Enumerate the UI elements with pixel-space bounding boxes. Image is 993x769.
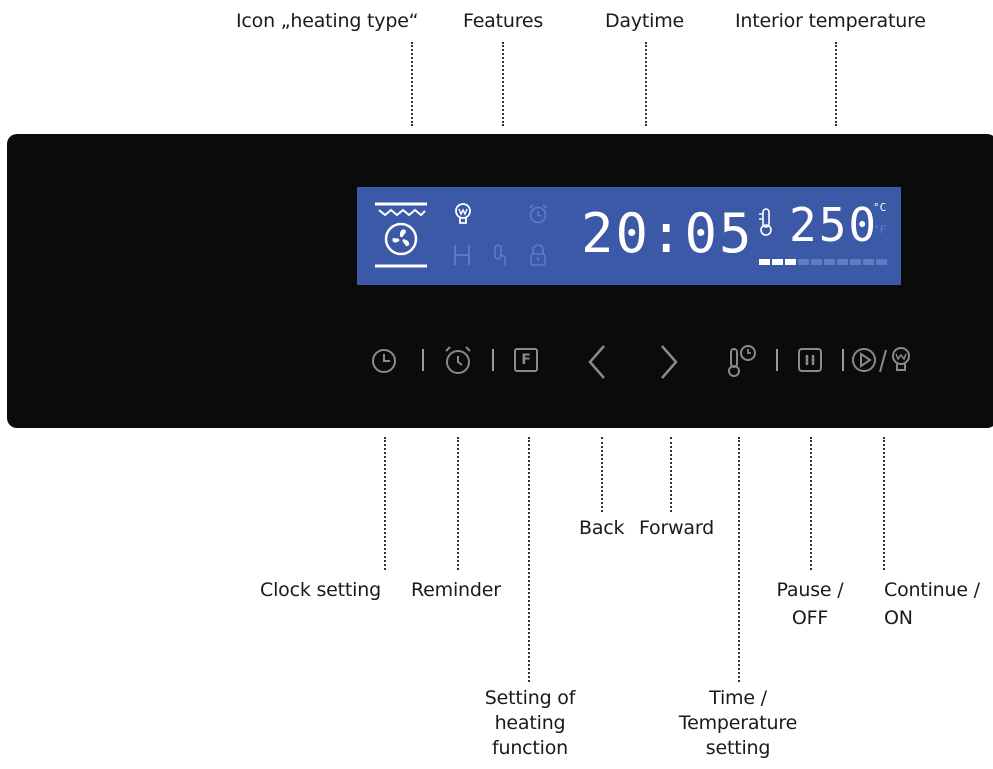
label-pause-off: Pause / OFF [772,578,848,630]
label-reminder: Reminder [411,579,501,601]
temperature-level-segment [798,259,809,265]
separator [492,349,494,371]
meat-probe-icon [494,244,506,265]
leader-line-forward [670,437,672,512]
label-continue-on: Continue / ON [884,578,980,630]
label-back: Back [579,517,625,539]
label-daytime: Daytime [605,10,685,32]
child-lock-icon [530,244,546,266]
reminder-button-icon[interactable] [441,343,475,377]
leader-line-daytime [645,42,647,126]
label-heating-function-line1: Setting of [484,687,576,709]
leader-line-features [502,42,504,126]
label-continue-line1: Continue / [884,579,980,601]
separator [842,349,844,371]
back-button-icon[interactable] [584,342,610,382]
label-time-temperature-line3: setting [705,737,771,759]
separator [422,349,424,371]
leader-line-back [601,437,603,512]
leader-line-reminder [457,437,459,570]
temperature-level-segment [876,259,887,265]
fahrenheit-unit: °F [873,223,887,236]
time-temperature-button-icon[interactable] [725,343,759,379]
label-heating-type-icon: Icon „heating type“ [236,10,419,32]
label-clock-setting: Clock setting [260,579,381,601]
heating-function-button-letter: F [521,352,531,368]
heating-type-fan-icon [375,202,427,268]
leader-line-heating-type [411,42,413,126]
label-time-temperature: Time / Temperature setting [668,686,808,760]
separator [776,349,778,371]
alarm-clock-icon [529,204,547,224]
time-readout: 20:05 [581,202,754,265]
label-interior-temperature: Interior temperature [735,10,926,32]
temperature-level-segment [785,259,796,265]
label-time-temperature-line1: Time / [709,687,767,709]
label-heating-function-line2: heating [494,712,566,734]
temperature-readout: 250 [789,198,879,252]
leader-line-continue [883,437,885,570]
celsius-unit: °C [873,201,887,214]
rack-level-icon [454,245,470,265]
temperature-level-segment [759,259,770,265]
heating-function-button[interactable]: F [514,348,538,372]
leader-line-time-temperature [738,437,740,682]
temperature-level-segment [811,259,822,265]
thermometer-icon [759,208,772,236]
lamp-icon [455,203,471,224]
label-continue-line2: ON [884,607,913,629]
temperature-level-bar [759,259,887,267]
leader-line-interior-temperature [835,42,837,126]
temperature-level-segment [863,259,874,265]
label-heating-function-line3: function [491,737,568,759]
label-features: Features [463,10,544,32]
temperature-level-segment [772,259,783,265]
pause-button-icon[interactable] [797,347,823,373]
label-pause-line2: OFF [791,607,829,629]
leader-line-clock-setting [384,437,386,570]
forward-button-icon[interactable] [656,342,682,382]
temperature-level-segment [824,259,835,265]
continue-on-button-icon[interactable] [850,344,916,376]
label-forward: Forward [639,517,715,539]
label-pause-line1: Pause / [776,579,844,601]
temperature-level-segment [837,259,848,265]
clock-button-icon[interactable] [369,346,399,376]
label-time-temperature-line2: Temperature [678,712,798,734]
lcd-display: 20:05 250 °C °F [357,187,901,285]
temperature-level-segment [850,259,861,265]
leader-line-pause [810,437,812,570]
label-heating-function: Setting of heating function [468,686,592,760]
leader-line-heating-function [528,437,530,682]
